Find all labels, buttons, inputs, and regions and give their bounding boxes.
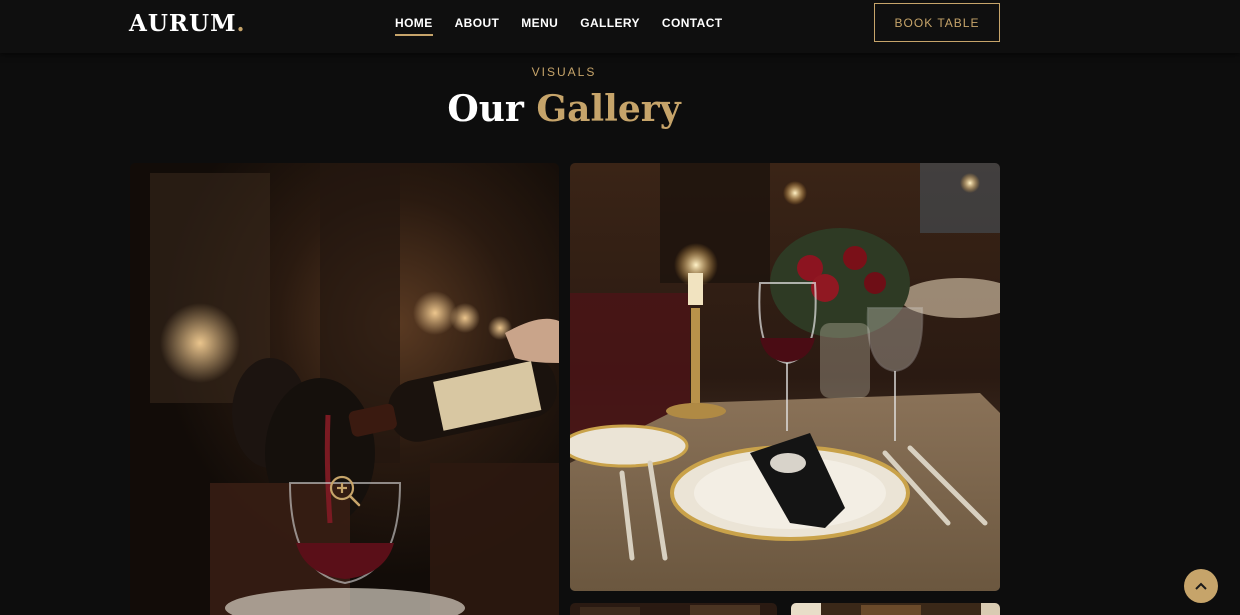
title-main: Our bbox=[447, 88, 524, 130]
gallery-image-table-setting[interactable] bbox=[570, 163, 1000, 591]
section-eyebrow: VISUALS bbox=[531, 65, 597, 79]
back-to-top-button[interactable] bbox=[1184, 569, 1218, 603]
brand-logo[interactable]: AURUM. bbox=[129, 10, 246, 37]
nav-contact[interactable]: CONTACT bbox=[662, 16, 723, 36]
gallery-image-partial-right[interactable] bbox=[791, 603, 1000, 615]
main-nav: HOME ABOUT MENU GALLERY CONTACT bbox=[395, 16, 723, 36]
nav-menu[interactable]: MENU bbox=[521, 16, 558, 36]
chevron-up-icon bbox=[1195, 582, 1207, 590]
brand-name: AURUM bbox=[129, 10, 237, 37]
site-header: AURUM. HOME ABOUT MENU GALLERY CONTACT B… bbox=[0, 0, 1240, 53]
gallery-image-partial-left[interactable] bbox=[570, 603, 777, 615]
title-accent: Gallery bbox=[536, 88, 681, 130]
nav-home[interactable]: HOME bbox=[395, 16, 433, 36]
book-table-button[interactable]: BOOK TABLE bbox=[874, 3, 1000, 42]
zoom-in-icon[interactable] bbox=[328, 474, 362, 508]
brand-dot: . bbox=[236, 10, 246, 37]
nav-about[interactable]: ABOUT bbox=[455, 16, 500, 36]
gallery-image-wine-pour[interactable] bbox=[130, 163, 559, 615]
nav-gallery[interactable]: GALLERY bbox=[580, 16, 640, 36]
section-title: Our Gallery bbox=[0, 88, 1128, 130]
